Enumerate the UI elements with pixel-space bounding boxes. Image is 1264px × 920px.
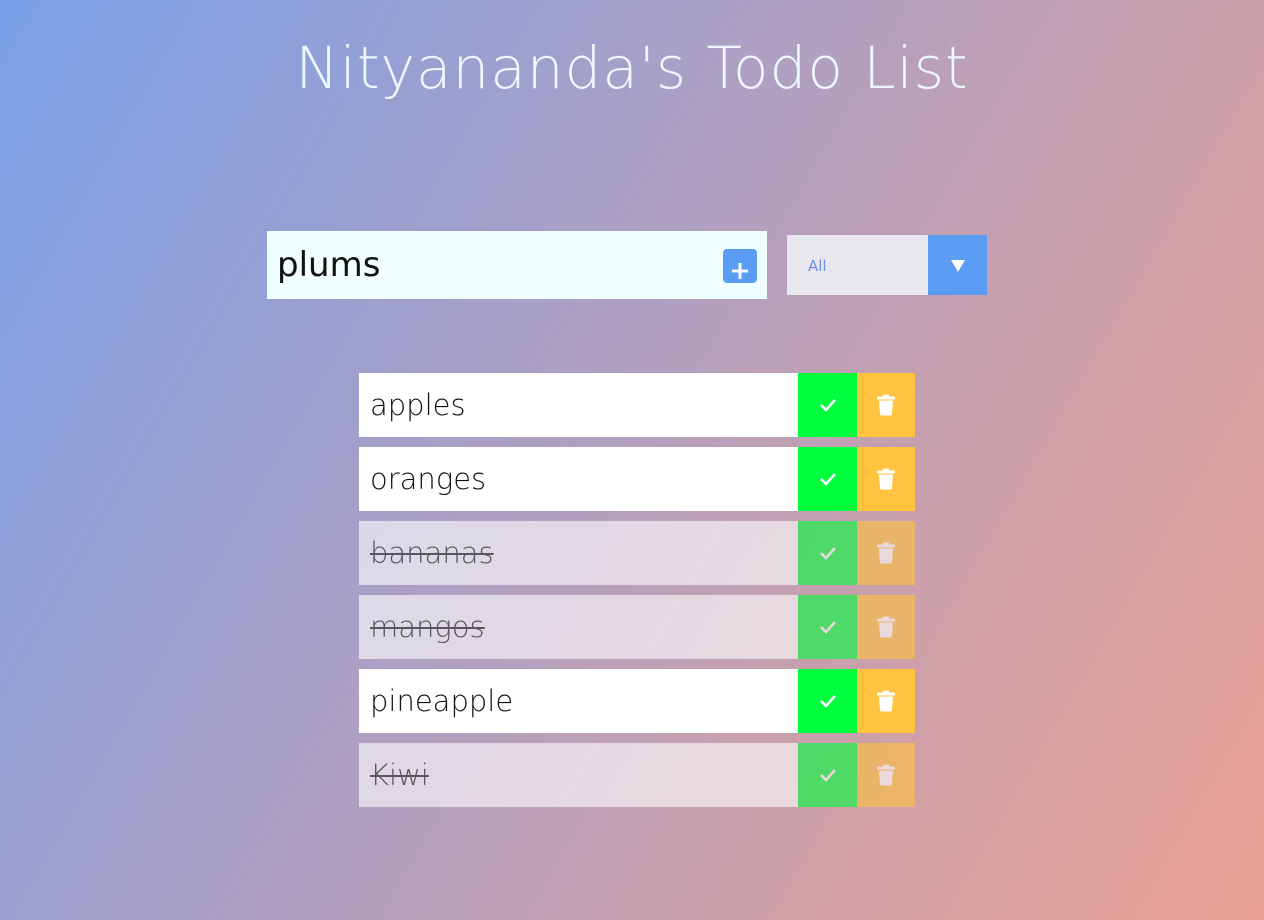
delete-button[interactable] bbox=[857, 595, 915, 659]
todo-item: apples bbox=[359, 373, 915, 437]
filter-dropdown-button[interactable] bbox=[928, 235, 987, 295]
delete-button[interactable] bbox=[857, 521, 915, 585]
complete-button[interactable] bbox=[798, 595, 857, 659]
complete-button[interactable] bbox=[798, 373, 857, 437]
filter-selected-value: All bbox=[808, 257, 827, 275]
todo-text: bananas bbox=[359, 521, 798, 585]
trash-icon bbox=[877, 764, 895, 786]
delete-button[interactable] bbox=[857, 743, 915, 807]
trash-icon bbox=[877, 616, 895, 638]
todo-text: Kiwi bbox=[359, 743, 798, 807]
todo-text: pineapple bbox=[359, 669, 798, 733]
trash-icon bbox=[877, 394, 895, 416]
todo-text: mangos bbox=[359, 595, 798, 659]
todo-item: Kiwi bbox=[359, 743, 915, 807]
complete-button[interactable] bbox=[798, 669, 857, 733]
todo-form bbox=[267, 231, 767, 299]
check-icon bbox=[819, 695, 836, 708]
todo-text: apples bbox=[359, 373, 798, 437]
page-title: Nityananda's Todo List bbox=[295, 34, 969, 102]
complete-button[interactable] bbox=[798, 447, 857, 511]
add-todo-button[interactable] bbox=[723, 249, 757, 283]
todo-item: bananas bbox=[359, 521, 915, 585]
delete-button[interactable] bbox=[857, 669, 915, 733]
todo-text: oranges bbox=[359, 447, 798, 511]
dropdown-arrow-icon bbox=[950, 260, 965, 272]
todo-list: apples oranges bananas mangos pineapple … bbox=[359, 373, 915, 817]
filter-select[interactable]: All bbox=[787, 235, 987, 295]
todo-item: mangos bbox=[359, 595, 915, 659]
delete-button[interactable] bbox=[857, 373, 915, 437]
trash-icon bbox=[877, 690, 895, 712]
complete-button[interactable] bbox=[798, 743, 857, 807]
trash-icon bbox=[877, 468, 895, 490]
check-icon bbox=[819, 473, 836, 486]
todo-item: pineapple bbox=[359, 669, 915, 733]
todo-item: oranges bbox=[359, 447, 915, 511]
trash-icon bbox=[877, 542, 895, 564]
check-icon bbox=[819, 399, 836, 412]
check-icon bbox=[819, 621, 836, 634]
check-icon bbox=[819, 769, 836, 782]
complete-button[interactable] bbox=[798, 521, 857, 585]
check-icon bbox=[819, 547, 836, 560]
plus-icon bbox=[732, 262, 748, 279]
delete-button[interactable] bbox=[857, 447, 915, 511]
todo-input[interactable] bbox=[277, 231, 707, 299]
